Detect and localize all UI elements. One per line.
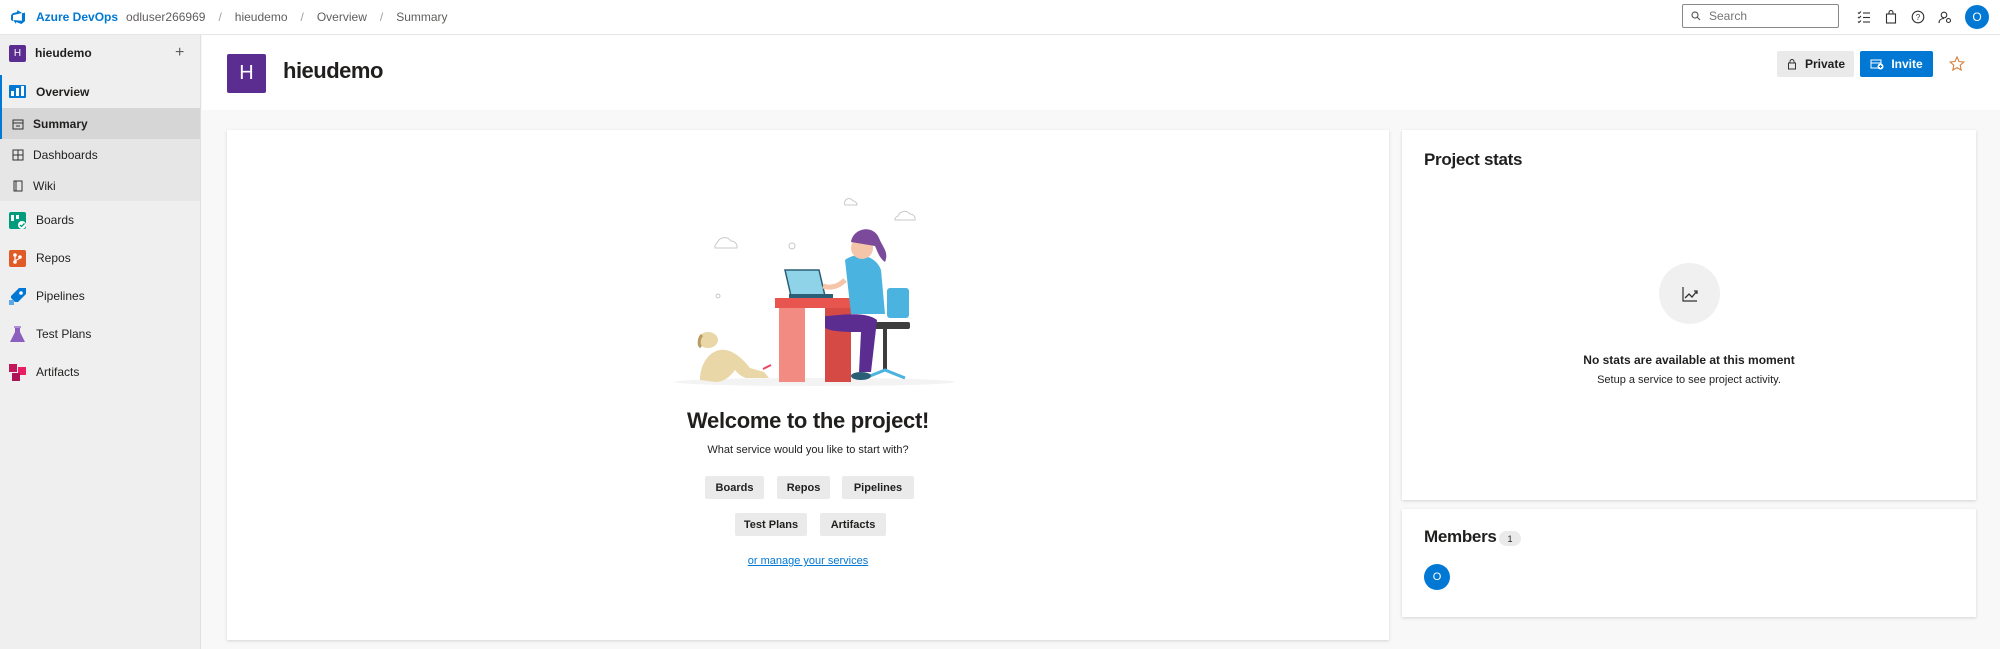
- boards-service-button[interactable]: Boards: [705, 476, 764, 499]
- members-card: Members 1 O: [1402, 509, 1976, 617]
- sidebar-item-label: Pipelines: [36, 289, 85, 303]
- pipelines-service-button[interactable]: Pipelines: [842, 476, 914, 499]
- sidebar-item-label: Dashboards: [33, 147, 98, 162]
- svg-text:?: ?: [1916, 13, 1921, 22]
- artifacts-service-button[interactable]: Artifacts: [820, 513, 886, 536]
- brand-link[interactable]: Azure DevOps: [36, 10, 118, 24]
- project-selector[interactable]: H hieudemo +: [0, 35, 200, 71]
- sidebar-item-label: Repos: [36, 251, 71, 265]
- help-icon[interactable]: ?: [1909, 8, 1927, 26]
- stats-empty-title: No stats are available at this moment: [1583, 353, 1795, 367]
- repos-icon: [9, 249, 26, 267]
- page-header: H hieudemo Private Invite: [202, 35, 2000, 110]
- repos-service-button[interactable]: Repos: [777, 476, 830, 499]
- sidebar-item-repos[interactable]: Repos: [0, 239, 200, 277]
- boards-icon: [9, 211, 26, 229]
- breadcrumb-project[interactable]: hieudemo: [235, 10, 288, 24]
- dashboards-icon: [12, 149, 24, 160]
- invite-label: Invite: [1891, 57, 1923, 71]
- azure-devops-logo-icon[interactable]: [8, 7, 28, 27]
- search-input[interactable]: [1709, 9, 1829, 23]
- sidebar-item-label: Summary: [33, 116, 88, 131]
- breadcrumb-separator: /: [300, 10, 304, 24]
- favorite-star-icon[interactable]: [1948, 55, 1966, 73]
- summary-icon: [12, 119, 24, 129]
- left-navigation: H hieudemo + Overview Summary Dashboards…: [0, 35, 201, 649]
- search-icon: [1691, 11, 1701, 21]
- overview-icon: [9, 85, 26, 98]
- sidebar-item-overview[interactable]: Overview: [0, 75, 200, 108]
- add-icon[interactable]: +: [175, 44, 184, 62]
- project-avatar: H: [227, 54, 266, 93]
- invite-button[interactable]: Invite: [1860, 51, 1933, 77]
- stats-empty-subtitle: Setup a service to see project activity.: [1597, 374, 1781, 386]
- breadcrumb-separator: /: [379, 10, 384, 24]
- private-label: Private: [1804, 57, 1846, 71]
- sidebar-item-label: Test Plans: [36, 327, 92, 341]
- private-button[interactable]: Private: [1777, 51, 1854, 77]
- manage-services-link[interactable]: or manage your services: [227, 555, 1389, 567]
- user-avatar[interactable]: O: [1965, 5, 1989, 29]
- search-box[interactable]: [1682, 4, 1839, 28]
- work-items-icon[interactable]: [1855, 8, 1873, 26]
- sidebar-item-label: Wiki: [33, 178, 56, 193]
- user-settings-icon[interactable]: [1936, 8, 1954, 26]
- project-badge: H: [9, 44, 26, 62]
- welcome-card: Welcome to the project! What service wou…: [227, 130, 1389, 640]
- sidebar-item-artifacts[interactable]: Artifacts: [0, 353, 200, 391]
- sidebar-item-summary[interactable]: Summary: [0, 108, 200, 139]
- marketplace-bag-icon[interactable]: [1882, 8, 1900, 26]
- breadcrumb-org[interactable]: odluser266969: [126, 10, 205, 24]
- breadcrumb-separator: /: [218, 10, 222, 24]
- sidebar-item-wiki[interactable]: Wiki: [0, 170, 200, 201]
- invite-icon: [1870, 59, 1884, 70]
- sidebar-item-boards[interactable]: Boards: [0, 201, 200, 239]
- sidebar-item-pipelines[interactable]: Pipelines: [0, 277, 200, 315]
- project-stats-title: Project stats: [1424, 150, 1523, 169]
- members-count-badge: 1: [1499, 531, 1521, 546]
- welcome-illustration: [675, 198, 955, 386]
- top-bar: Azure DevOps odluser266969 / hieudemo / …: [0, 0, 2000, 35]
- sidebar-item-dashboards[interactable]: Dashboards: [0, 139, 200, 170]
- artifacts-icon: [9, 363, 26, 381]
- test-plans-icon: [10, 325, 25, 342]
- welcome-subtitle: What service would you like to start wit…: [707, 444, 909, 456]
- overview-group: Overview Summary Dashboards Wiki: [0, 75, 200, 201]
- members-title: Members: [1424, 527, 1497, 546]
- breadcrumb-overview[interactable]: Overview: [317, 10, 367, 24]
- lock-icon: [1787, 59, 1796, 70]
- project-name: hieudemo: [35, 46, 92, 60]
- sidebar-item-label: Artifacts: [36, 365, 80, 379]
- sidebar-item-label: Boards: [36, 213, 75, 227]
- member-avatar[interactable]: O: [1424, 564, 1450, 590]
- sidebar-item-test-plans[interactable]: Test Plans: [0, 315, 200, 353]
- project-stats-card: Project stats No stats are available at …: [1402, 130, 1976, 500]
- wiki-icon: [13, 180, 23, 191]
- breadcrumb-summary[interactable]: Summary: [396, 10, 447, 24]
- test-plans-service-button[interactable]: Test Plans: [735, 513, 807, 536]
- pipelines-icon: [9, 287, 26, 305]
- trending-chart-icon: [1659, 263, 1720, 324]
- page-title: hieudemo: [283, 58, 383, 83]
- sidebar-item-label: Overview: [36, 84, 90, 99]
- welcome-title: Welcome to the project!: [686, 408, 930, 433]
